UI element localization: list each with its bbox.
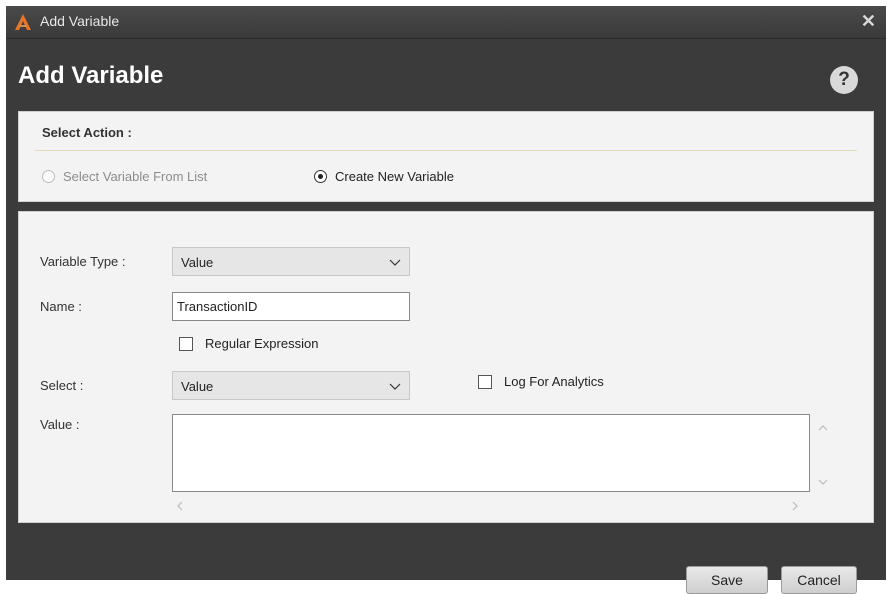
radio-label: Create New Variable <box>335 169 454 184</box>
select-action-panel: Select Action : Select Variable From Lis… <box>18 111 874 202</box>
scroll-down-icon[interactable] <box>818 478 828 486</box>
variable-type-label: Variable Type : <box>40 254 126 269</box>
radio-button[interactable] <box>314 170 327 183</box>
window-title: Add Variable <box>40 13 120 29</box>
radio-label: Select Variable From List <box>63 169 208 184</box>
regular-expression-label: Regular Expression <box>205 336 319 351</box>
value-textarea[interactable] <box>172 414 810 492</box>
help-icon[interactable]: ? <box>830 66 858 94</box>
save-button[interactable]: Save <box>686 566 768 594</box>
close-icon[interactable]: ✕ <box>861 11 876 31</box>
add-variable-dialog: Add Variable ✕ Add Variable ? Select Act… <box>6 6 886 594</box>
radio-create-new-variable[interactable]: Create New Variable <box>314 169 454 184</box>
scroll-left-icon[interactable] <box>176 501 184 511</box>
name-field[interactable] <box>172 292 410 321</box>
title-bar: Add Variable ✕ <box>6 6 886 39</box>
variable-form-panel: Variable Type : Value Name : Regular Exp… <box>18 211 874 523</box>
value-label: Value : <box>40 417 80 432</box>
select-action-label: Select Action : <box>42 125 132 140</box>
variable-type-select[interactable]: Value <box>172 247 410 276</box>
dialog-heading: Add Variable <box>18 62 164 89</box>
log-for-analytics-checkbox[interactable] <box>478 375 492 389</box>
select-dropdown[interactable]: Value <box>172 371 410 400</box>
radio-button[interactable] <box>42 170 55 183</box>
name-label: Name : <box>40 299 82 314</box>
regular-expression-checkbox[interactable] <box>179 337 193 351</box>
select-label: Select : <box>40 378 84 393</box>
app-logo-icon <box>15 14 31 30</box>
chevron-down-icon <box>389 383 401 390</box>
scroll-right-icon[interactable] <box>791 501 799 511</box>
scroll-up-icon[interactable] <box>818 424 828 432</box>
radio-select-from-list[interactable]: Select Variable From List <box>42 169 207 184</box>
variable-type-value: Value <box>181 255 214 270</box>
select-dropdown-value: Value <box>181 379 214 394</box>
chevron-down-icon <box>389 259 401 266</box>
divider <box>35 150 857 151</box>
cancel-button[interactable]: Cancel <box>781 566 857 594</box>
log-for-analytics-label: Log For Analytics <box>504 374 604 389</box>
